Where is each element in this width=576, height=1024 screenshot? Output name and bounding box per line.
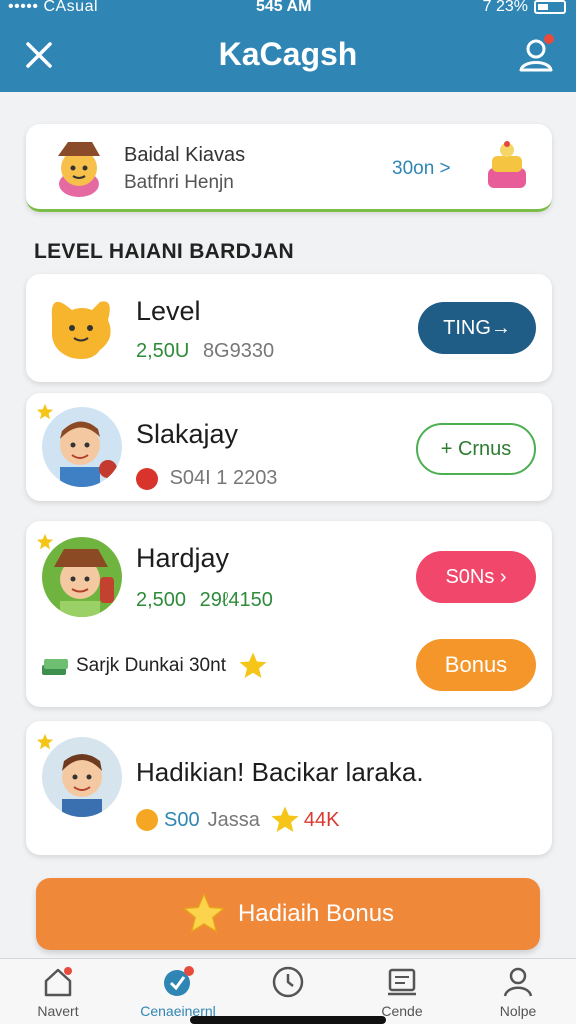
item-meta-primary: 2,500 <box>136 589 187 611</box>
clock-icon <box>272 966 304 998</box>
tab-orders[interactable]: Cende <box>352 965 452 1019</box>
cake-icon <box>488 141 526 188</box>
carrier-label: ••••• CAsual <box>8 0 99 15</box>
tab-label: Nolpe <box>499 1003 537 1019</box>
star-mascot-icon <box>182 892 226 934</box>
tab-history[interactable] <box>238 965 338 1003</box>
bonus-button[interactable]: Bonus <box>416 639 536 691</box>
person-icon <box>503 967 533 997</box>
character-avatar-icon <box>58 142 100 197</box>
ruby-icon <box>136 467 158 490</box>
item-meta-secondary: 29ℓ4150 <box>199 589 273 611</box>
item-meta: S04I 1 2203 <box>136 467 277 490</box>
hat-boy-avatar-icon <box>42 537 122 617</box>
profile-subtitle: Batfnri Henjn <box>124 172 234 193</box>
item-meta-secondary: Jassa <box>207 808 260 831</box>
item-action-button[interactable]: TING→ <box>418 302 536 354</box>
item-meta-primary: 2,50U <box>136 340 190 362</box>
list-item: Level 2,50U 8G9330 TING→ <box>26 274 552 382</box>
profile-name: Baidal Kiavas <box>124 144 246 166</box>
coin-icon <box>136 809 158 831</box>
item-meta-secondary: 8G9330 <box>202 340 275 362</box>
item-title: Hardjay <box>136 543 230 573</box>
boy-avatar-icon <box>42 407 122 487</box>
item-meta-secondary: S04I 1 2203 <box>169 467 278 489</box>
list-item: Hardjay 2,500 29ℓ4150 S0Ns › Sarjk Dunka… <box>26 521 552 707</box>
star-icon <box>36 533 54 550</box>
star-icon <box>36 733 54 750</box>
list-item: Slakajay S04I 1 2203 + Crnus <box>26 393 552 501</box>
boy-avatar-icon <box>42 737 122 817</box>
cat-mascot-icon <box>51 301 111 359</box>
item-meta: 2,50U 8G9330 <box>136 340 274 363</box>
tab-bar: Navert Cenaeinernl Cende Nolpe <box>0 958 576 1024</box>
item-meta-primary: S00 <box>164 808 200 831</box>
clock: 545 AM <box>256 0 312 15</box>
star-icon <box>271 806 299 832</box>
tab-profile[interactable]: Nolpe <box>468 965 568 1019</box>
item-extra: Sarjk Dunkai 30nt <box>40 651 268 681</box>
app-header: ••••• CAsual 545 AM 7 23% KaCagsh <box>0 0 576 92</box>
list-item: Hadikian! Bacikar laraka. S00 Jassa 44K <box>26 721 552 855</box>
inbox-icon <box>388 968 416 996</box>
bonus-label: Hadiaih Bonus <box>237 900 395 927</box>
profile-link[interactable]: 30on > <box>392 158 451 180</box>
item-meta: 2,500 29ℓ4150 <box>136 589 273 612</box>
item-action-button[interactable]: S0Ns › <box>416 551 536 603</box>
badge-icon <box>164 966 194 996</box>
home-indicator <box>190 1016 386 1024</box>
tab-label: Navert <box>37 1003 79 1019</box>
item-title: Hadikian! Bacikar laraka. <box>136 757 424 787</box>
star-icon <box>36 403 54 420</box>
tab-home[interactable]: Navert <box>8 965 108 1019</box>
notification-button[interactable] <box>518 32 556 74</box>
item-action-button[interactable]: + Crnus <box>416 423 536 475</box>
home-icon <box>44 967 72 997</box>
battery-icon <box>534 0 566 14</box>
item-meta-tertiary: 44K <box>303 808 340 831</box>
bonus-button-main[interactable]: Hadiaih Bonus <box>36 878 540 950</box>
item-title: Slakajay <box>136 419 239 449</box>
tab-rewards[interactable]: Cenaeinernl <box>128 965 228 1019</box>
money-stack-icon <box>42 659 68 675</box>
notification-badge <box>542 32 556 46</box>
section-title: LEVEL HAIANI BARDJAN <box>34 240 294 263</box>
profile-card[interactable]: Baidal Kiavas Batfnri Henjn 30on > <box>26 124 552 212</box>
status-bar: ••••• CAsual 545 AM 7 23% <box>0 0 576 20</box>
item-title: Level <box>136 296 201 326</box>
battery-label: 7 23% <box>482 0 528 15</box>
star-icon <box>239 652 267 678</box>
page-title: KaCagsh <box>218 36 358 72</box>
item-extra-text: Sarjk Dunkai 30nt <box>76 655 226 676</box>
item-meta: S00 Jassa 44K <box>136 805 339 835</box>
